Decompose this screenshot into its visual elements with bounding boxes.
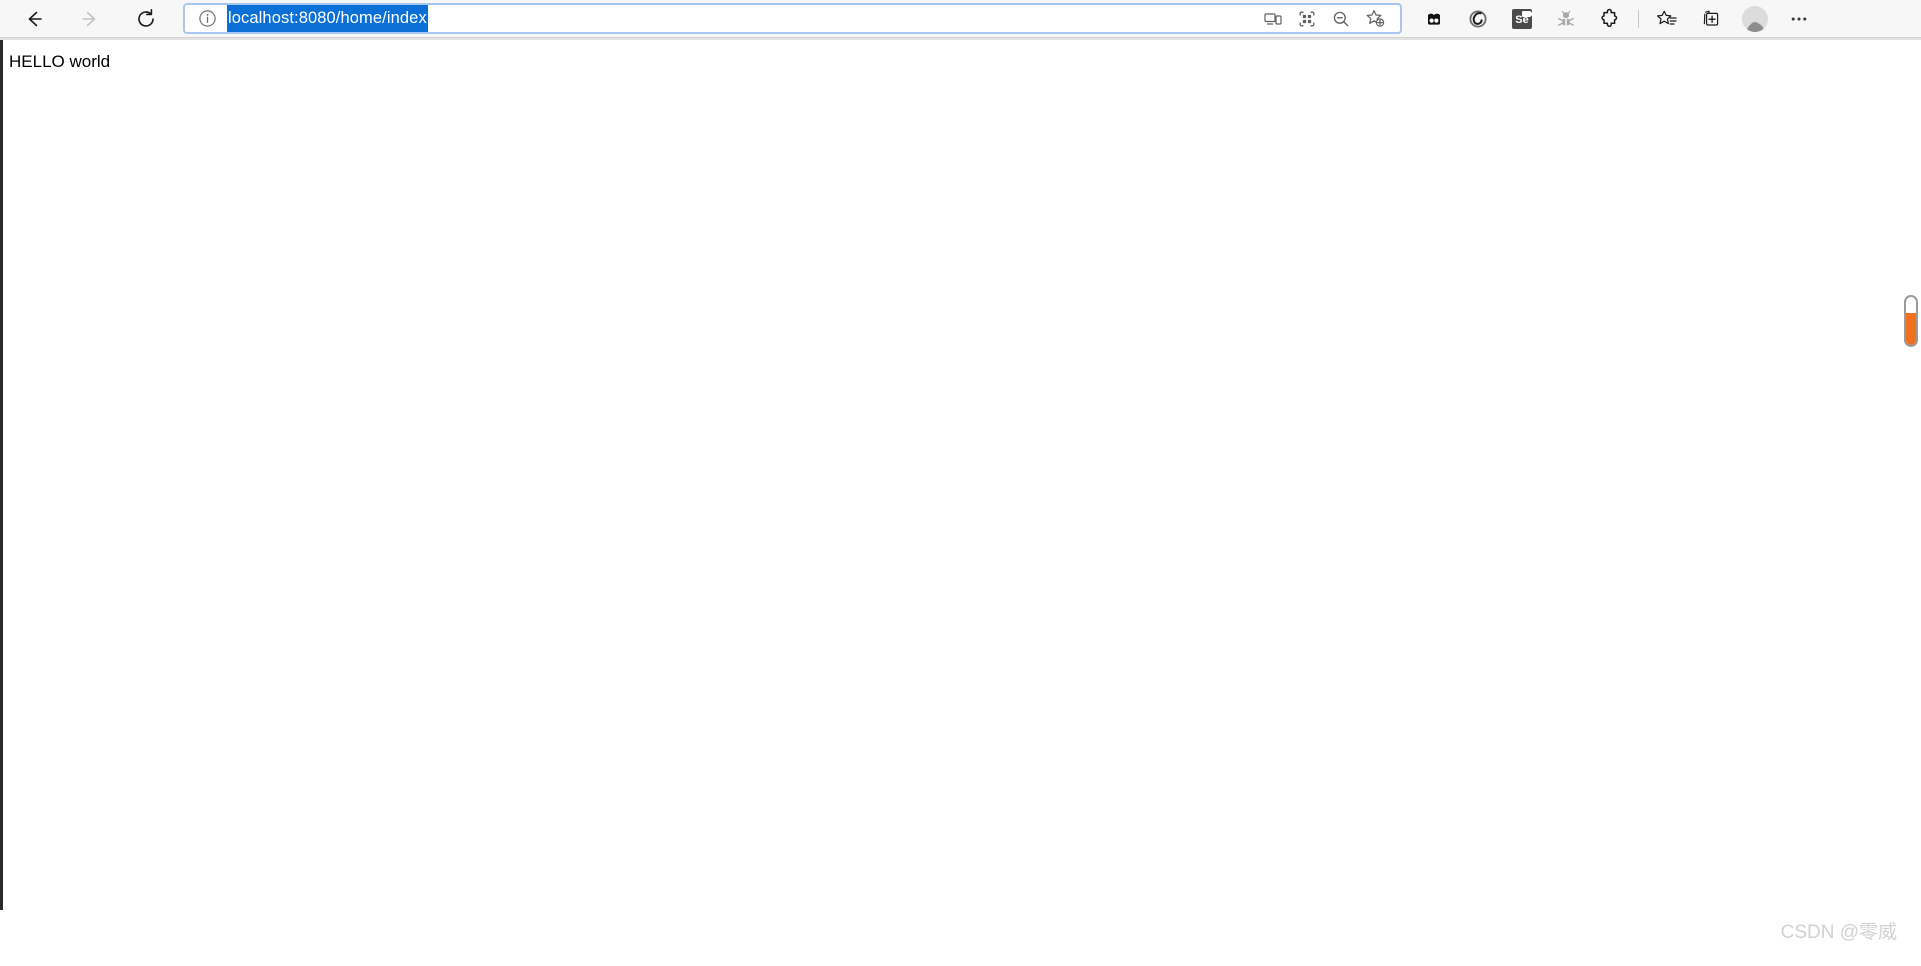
avatar-circle	[1742, 5, 1768, 32]
settings-more-icon[interactable]	[1777, 3, 1821, 35]
recording-indicator-fill	[1906, 313, 1916, 345]
toolbar-divider	[1638, 9, 1639, 28]
collections-icon[interactable]	[1689, 3, 1733, 35]
puzzle-piece-icon[interactable]	[1588, 3, 1632, 35]
page-heading: HELLO world	[9, 52, 111, 71]
reload-button[interactable]	[128, 4, 164, 34]
spider-crawler-icon[interactable]	[1544, 3, 1588, 35]
toolbar-right-icons: Se	[1412, 0, 1821, 37]
info-circle-icon[interactable]	[197, 9, 217, 29]
browser-toolbar: localhost:8080/home/index Se	[0, 0, 1921, 37]
forward-button[interactable]	[72, 4, 108, 34]
cast-to-device-icon[interactable]	[1256, 5, 1290, 33]
address-bar-actions	[1256, 5, 1392, 33]
browser-window: localhost:8080/home/index Se HELLO world…	[0, 0, 1921, 966]
qr-code-icon[interactable]	[1290, 5, 1324, 33]
csdn-watermark: CSDN @零威	[1780, 922, 1897, 943]
extension-swirl-icon[interactable]	[1456, 3, 1500, 35]
url-text: localhost:8080/home/index	[227, 5, 428, 32]
selenium-ide-badge: Se	[1512, 8, 1535, 29]
add-favorite-icon[interactable]	[1358, 5, 1392, 33]
reload-icon	[135, 8, 157, 30]
arrow-right-icon	[79, 8, 101, 30]
avatar	[1742, 5, 1768, 32]
selenium-recording-indicator[interactable]	[1904, 295, 1918, 347]
profile-avatar[interactable]	[1733, 3, 1777, 35]
page-content: HELLO world CSDN @零威	[0, 40, 1921, 966]
recording-camera-icon	[1522, 10, 1535, 17]
selenium-ide-icon[interactable]: Se	[1500, 3, 1544, 35]
extension-dark-rounded-icon[interactable]	[1412, 3, 1456, 35]
arrow-left-icon	[23, 8, 45, 30]
selenium-ide-badge-text: Se	[1515, 14, 1529, 26]
left-edge-strip	[0, 40, 3, 910]
back-button[interactable]	[16, 4, 52, 34]
favorites-icon[interactable]	[1645, 3, 1689, 35]
address-bar[interactable]: localhost:8080/home/index	[183, 3, 1402, 34]
avatar-head	[1750, 21, 1760, 32]
url-input[interactable]: localhost:8080/home/index	[227, 5, 1256, 32]
zoom-out-icon[interactable]	[1324, 5, 1358, 33]
